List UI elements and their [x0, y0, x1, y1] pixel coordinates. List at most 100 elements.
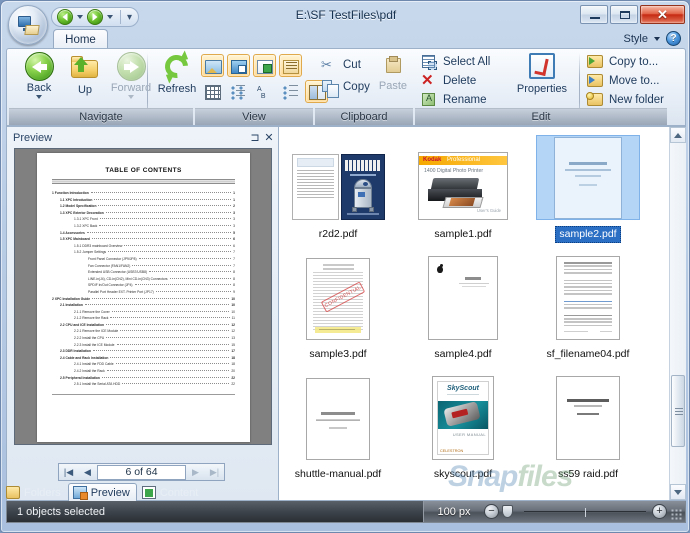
toc-entry-text: 1.4 Accessories: [60, 230, 85, 235]
properties-button[interactable]: Properties: [511, 53, 573, 95]
toc-leader-dots: [155, 290, 232, 292]
paste-button[interactable]: Paste: [373, 54, 413, 92]
toc-entry-page: 3: [233, 223, 235, 228]
preview-document-viewport[interactable]: TABLE OF CONTENTS 1 Function Introductio…: [14, 148, 272, 445]
toc-entry-page: 17: [231, 349, 235, 354]
maximize-button[interactable]: [610, 5, 638, 24]
copy-to-button[interactable]: Copy to...: [587, 53, 658, 71]
pin-icon[interactable]: ⊐: [248, 131, 262, 145]
new-folder-button[interactable]: New folder: [586, 91, 664, 109]
toc-entry: 2.1.2 Remove the Rack 11: [52, 315, 235, 322]
back-dropdown-caret-icon[interactable]: [36, 95, 42, 99]
group-label-navigate: Navigate: [9, 108, 193, 125]
toc-leader-dots: [94, 198, 232, 200]
chevron-down-icon[interactable]: [654, 36, 660, 41]
ribbon-group-edit: Select All ✕ Delete Rename Properties: [415, 50, 667, 125]
first-page-button[interactable]: |◀: [59, 464, 78, 480]
back-dropdown-icon[interactable]: [77, 15, 83, 19]
file-name: ss59 raid.pdf: [557, 468, 619, 480]
zoom-slider-handle[interactable]: [502, 505, 513, 518]
back-arrow-icon[interactable]: [57, 9, 73, 25]
preview-icon: [72, 486, 88, 500]
zoom-in-button[interactable]: +: [652, 504, 667, 519]
toc-entry-page: 7: [233, 256, 235, 261]
forward-arrow-icon[interactable]: [87, 9, 103, 25]
view-icons-button[interactable]: [253, 54, 276, 77]
move-to-button[interactable]: Move to...: [587, 72, 660, 90]
toc-heading: TABLE OF CONTENTS: [105, 167, 182, 174]
up-button[interactable]: Up: [59, 52, 111, 96]
style-label[interactable]: Style: [624, 33, 648, 45]
toc-entry-text: 1.2 Model Specification: [60, 204, 97, 209]
toc-entry-text: 2.1.1 Remove the Cover: [74, 309, 110, 314]
scrollbar-thumb[interactable]: [671, 375, 685, 447]
previous-page-button[interactable]: ◀: [78, 464, 97, 480]
toc-entry-text: 1 Function Introduction: [52, 191, 89, 195]
next-page-button[interactable]: ▶: [186, 464, 205, 480]
select-all-button[interactable]: Select All: [421, 53, 490, 71]
file-list-panel[interactable]: r2d2.pdf Kodak Professional 1400 Digital…: [280, 127, 686, 500]
view-grid-button[interactable]: [201, 80, 224, 103]
resize-grip[interactable]: [671, 509, 682, 520]
ribbon-group-view: A B View: [195, 50, 328, 125]
minimize-button[interactable]: [580, 5, 608, 24]
file-tile[interactable]: shuttle-manual.pdf: [286, 375, 390, 482]
view-columns-button[interactable]: [279, 80, 302, 103]
scroll-down-button[interactable]: [670, 484, 686, 500]
page-number-field[interactable]: 6 of 64: [97, 464, 186, 480]
delete-button[interactable]: ✕ Delete: [421, 72, 476, 90]
last-page-button[interactable]: ▶|: [205, 464, 224, 480]
panel-tab-content[interactable]: Content: [138, 484, 205, 501]
close-icon[interactable]: ✕: [262, 131, 276, 145]
panel-tab-folders[interactable]: Folders: [2, 484, 67, 501]
tab-home[interactable]: Home: [53, 29, 108, 50]
file-tile[interactable]: sample4.pdf: [411, 255, 515, 362]
view-list-button[interactable]: [227, 80, 250, 103]
skyscout-brand-text: CELESTRON: [440, 449, 464, 453]
help-icon[interactable]: ?: [666, 31, 681, 46]
r2d2-thumbnail-art: [291, 154, 385, 220]
scroll-up-button[interactable]: [670, 127, 686, 143]
forward-button[interactable]: Forward: [105, 52, 157, 99]
back-button[interactable]: Back: [13, 52, 65, 99]
toc-entry-text: 1.3.2 XPC Back: [74, 223, 98, 228]
caption-buttons: ✕: [578, 5, 685, 24]
forward-dropdown-caret-icon[interactable]: [128, 95, 134, 99]
file-list-scrollbar[interactable]: [669, 127, 686, 500]
file-tile[interactable]: SkyScout USER MANUAL CELESTRON skyscout.…: [411, 375, 515, 482]
customize-toolbar-icon[interactable]: ▾: [125, 12, 134, 23]
file-tile-selected[interactable]: sample2.pdf: [536, 135, 640, 243]
file-tile[interactable]: CONFIDENTIAL sample3.pdf: [286, 255, 390, 362]
cut-button[interactable]: ✂ Cut: [321, 56, 361, 74]
toc-entry-page: 20: [231, 369, 235, 374]
sample2-thumbnail-art: [554, 136, 622, 219]
preview-panel-header: Preview ⊐ ✕: [9, 129, 276, 146]
file-thumbnail: [536, 255, 640, 340]
close-button[interactable]: ✕: [640, 5, 685, 24]
toc-entry-text: SPDIF In/Out Connector (JP4): [88, 283, 133, 288]
rename-button[interactable]: Rename: [421, 91, 486, 109]
copy-button[interactable]: Copy: [321, 78, 370, 98]
preview-panel-title: Preview: [13, 131, 53, 144]
file-tile[interactable]: ss59 raid.pdf: [536, 375, 640, 482]
file-tile[interactable]: r2d2.pdf: [286, 135, 390, 242]
toc-entry: 1.3 XPC Exterior Decoration 3: [52, 210, 235, 217]
panel-tab-preview[interactable]: Preview: [67, 483, 137, 501]
forward-dropdown-icon[interactable]: [107, 15, 113, 19]
file-tile[interactable]: Kodak Professional 1400 Digital Photo Pr…: [411, 135, 515, 242]
toc-entry: 1.2 Model Specification 2: [52, 203, 235, 210]
toc-entry-page: 7: [233, 263, 235, 268]
view-sort-az-button[interactable]: A B: [253, 80, 276, 103]
file-tile[interactable]: sf_filename04.pdf: [536, 255, 640, 362]
preview-page: TABLE OF CONTENTS 1 Function Introductio…: [37, 153, 250, 442]
toc-entry-text: 2.2.1 Remove the ICE Module: [74, 329, 119, 334]
view-tiles-button[interactable]: [227, 54, 250, 77]
view-thumbnails-button[interactable]: [201, 54, 224, 77]
toc-leader-dots: [98, 205, 232, 207]
application-orb-button[interactable]: [8, 5, 48, 45]
toc-entry-page: 6: [233, 243, 235, 248]
file-name: sample1.pdf: [434, 228, 492, 240]
view-details-button[interactable]: [279, 54, 302, 77]
zoom-slider-track[interactable]: [524, 507, 646, 517]
zoom-out-button[interactable]: −: [484, 504, 499, 519]
